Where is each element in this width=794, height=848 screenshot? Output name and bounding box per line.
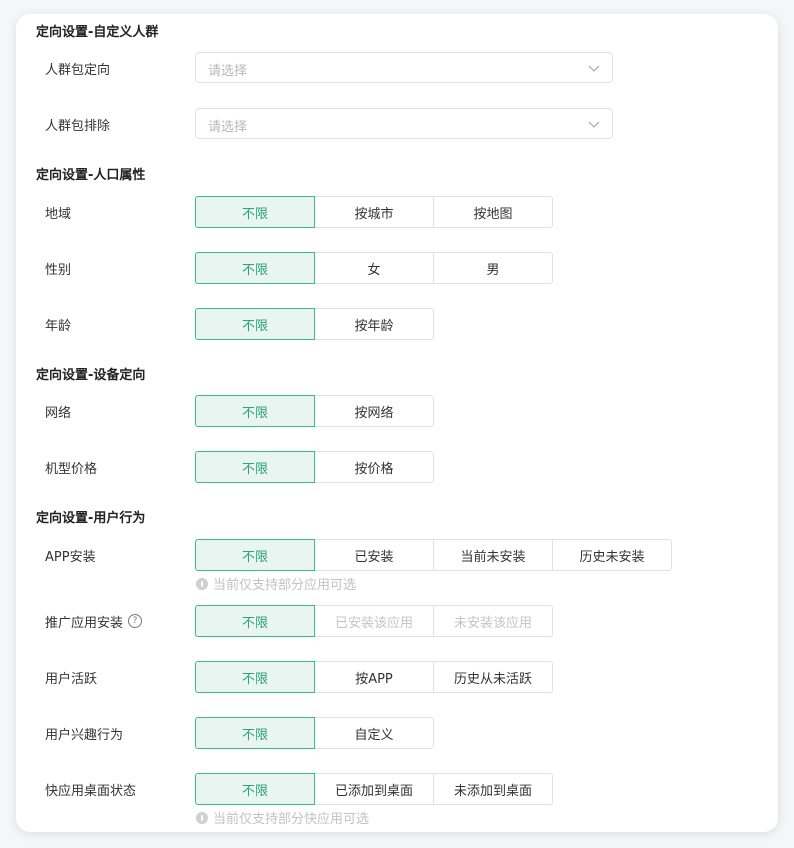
network-option-by-network[interactable]: 按网络 [314, 395, 434, 427]
promoted-app-install-option-unlimited[interactable]: 不限 [195, 605, 315, 637]
app-install-option-never-installed[interactable]: 历史未安装 [552, 539, 672, 571]
region-option-by-city[interactable]: 按城市 [314, 196, 434, 228]
user-interest-label: 用户兴趣行为 [45, 727, 124, 743]
quickapp-desktop-hint: 当前仅支持部分快应用可选 [196, 808, 369, 827]
network-options: 不限 按网络 [195, 395, 434, 427]
section-title-device: 定向设置-设备定向 [36, 368, 146, 383]
gender-option-unlimited[interactable]: 不限 [195, 252, 315, 284]
user-interest-option-custom[interactable]: 自定义 [314, 717, 434, 749]
gender-options: 不限 女 男 [195, 252, 553, 284]
gender-option-female[interactable]: 女 [314, 252, 434, 284]
age-label: 年龄 [45, 318, 72, 334]
network-option-unlimited[interactable]: 不限 [195, 395, 315, 427]
user-active-label: 用户活跃 [45, 671, 98, 687]
user-active-option-unlimited[interactable]: 不限 [195, 661, 315, 693]
promoted-app-install-label: 推广应用安装 ? [45, 605, 143, 637]
section-title-demographics: 定向设置-人口属性 [36, 168, 146, 183]
gender-label: 性别 [45, 262, 72, 278]
crowd-include-placeholder: 请选择 [208, 64, 248, 79]
device-price-option-by-price[interactable]: 按价格 [314, 451, 434, 483]
quickapp-desktop-hint-text: 当前仅支持部分快应用可选 [213, 812, 370, 827]
promoted-app-install-label-text: 推广应用安装 [45, 615, 124, 631]
user-active-option-never-active[interactable]: 历史从未活跃 [433, 661, 553, 693]
info-icon [196, 811, 208, 824]
app-install-option-installed[interactable]: 已安装 [314, 539, 434, 571]
device-price-options: 不限 按价格 [195, 451, 434, 483]
promoted-app-install-options: 不限 已安装该应用 未安装该应用 [195, 605, 553, 637]
promoted-app-install-option-installed: 已安装该应用 [314, 605, 434, 637]
user-active-option-by-app[interactable]: 按APP [314, 661, 434, 693]
age-option-by-age[interactable]: 按年龄 [314, 308, 434, 340]
crowd-include-select[interactable]: 请选择 [195, 52, 613, 83]
crowd-include-label: 人群包定向 [45, 62, 111, 78]
app-install-hint: 当前仅支持部分应用可选 [196, 574, 356, 593]
network-label: 网络 [45, 405, 72, 421]
quickapp-desktop-option-added[interactable]: 已添加到桌面 [314, 773, 434, 805]
age-option-unlimited[interactable]: 不限 [195, 308, 315, 340]
app-install-options: 不限 已安装 当前未安装 历史未安装 [195, 539, 672, 571]
app-install-option-not-installed[interactable]: 当前未安装 [433, 539, 553, 571]
promoted-app-install-option-not-installed: 未安装该应用 [433, 605, 553, 637]
device-price-option-unlimited[interactable]: 不限 [195, 451, 315, 483]
device-price-label: 机型价格 [45, 461, 98, 477]
age-options: 不限 按年龄 [195, 308, 434, 340]
quickapp-desktop-label: 快应用桌面状态 [45, 783, 137, 799]
app-install-option-unlimited[interactable]: 不限 [195, 539, 315, 571]
chevron-down-icon [588, 121, 600, 128]
quickapp-desktop-option-unlimited[interactable]: 不限 [195, 773, 315, 805]
region-options: 不限 按城市 按地图 [195, 196, 553, 228]
app-install-hint-text: 当前仅支持部分应用可选 [213, 578, 357, 593]
user-active-options: 不限 按APP 历史从未活跃 [195, 661, 553, 693]
user-interest-options: 不限 自定义 [195, 717, 434, 749]
help-icon[interactable]: ? [128, 614, 143, 628]
region-option-unlimited[interactable]: 不限 [195, 196, 315, 228]
section-title-custom-crowd: 定向设置-自定义人群 [36, 25, 159, 40]
app-install-label: APP安装 [45, 549, 96, 565]
crowd-exclude-label: 人群包排除 [45, 118, 111, 134]
section-title-behavior: 定向设置-用户行为 [36, 511, 146, 526]
chevron-down-icon [588, 65, 600, 72]
region-label: 地域 [45, 206, 72, 222]
quickapp-desktop-options: 不限 已添加到桌面 未添加到桌面 [195, 773, 553, 805]
quickapp-desktop-option-not-added[interactable]: 未添加到桌面 [433, 773, 553, 805]
gender-option-male[interactable]: 男 [433, 252, 553, 284]
crowd-exclude-select[interactable]: 请选择 [195, 108, 613, 139]
info-icon [196, 577, 208, 590]
user-interest-option-unlimited[interactable]: 不限 [195, 717, 315, 749]
crowd-exclude-placeholder: 请选择 [208, 120, 248, 135]
region-option-by-map[interactable]: 按地图 [433, 196, 553, 228]
